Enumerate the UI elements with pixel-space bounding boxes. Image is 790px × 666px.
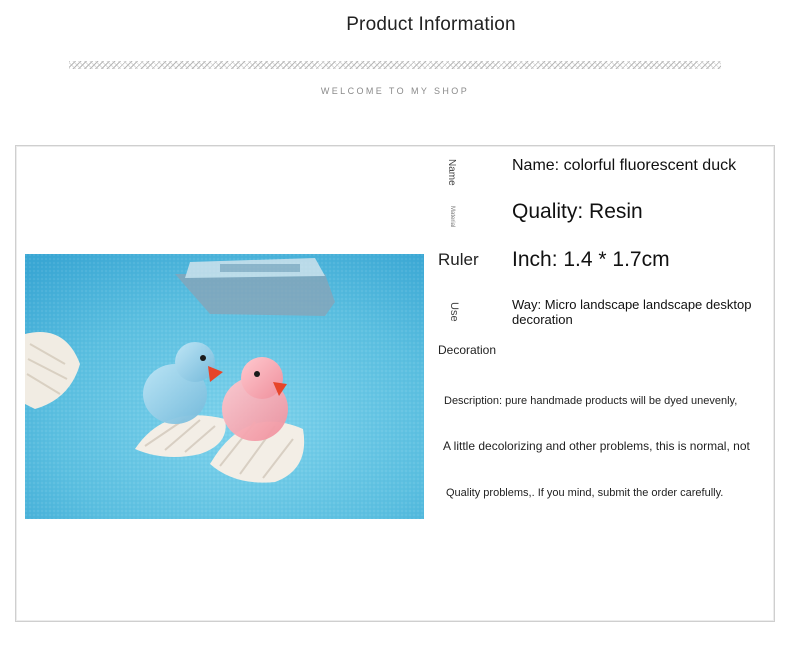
product-size: Inch: 1.4 * 1.7cm (512, 248, 670, 271)
label-use: Use (448, 302, 460, 322)
shop-welcome: WELCOME TO MY SHOP (320, 86, 470, 96)
duck-scene-image (25, 254, 424, 519)
label-name: Name (446, 159, 457, 186)
label-decoration: Decoration (438, 343, 497, 357)
product-quality: Quality: Resin (512, 200, 643, 223)
product-photo (25, 254, 424, 519)
label-ruler: Ruler (438, 250, 479, 269)
description-line-1: Description: pure handmade products will… (444, 395, 738, 407)
product-use: Way: Micro landscape landscape desktop d… (512, 297, 752, 327)
product-name: Name: colorful fluorescent duck (512, 157, 737, 174)
description-line-2: A little decolorizing and other problems… (443, 439, 750, 453)
zigzag-divider (69, 61, 721, 69)
page-title: Product Information (346, 14, 516, 35)
label-material: Material (449, 206, 455, 228)
description-line-3: Quality problems,. If you mind, submit t… (446, 487, 724, 499)
